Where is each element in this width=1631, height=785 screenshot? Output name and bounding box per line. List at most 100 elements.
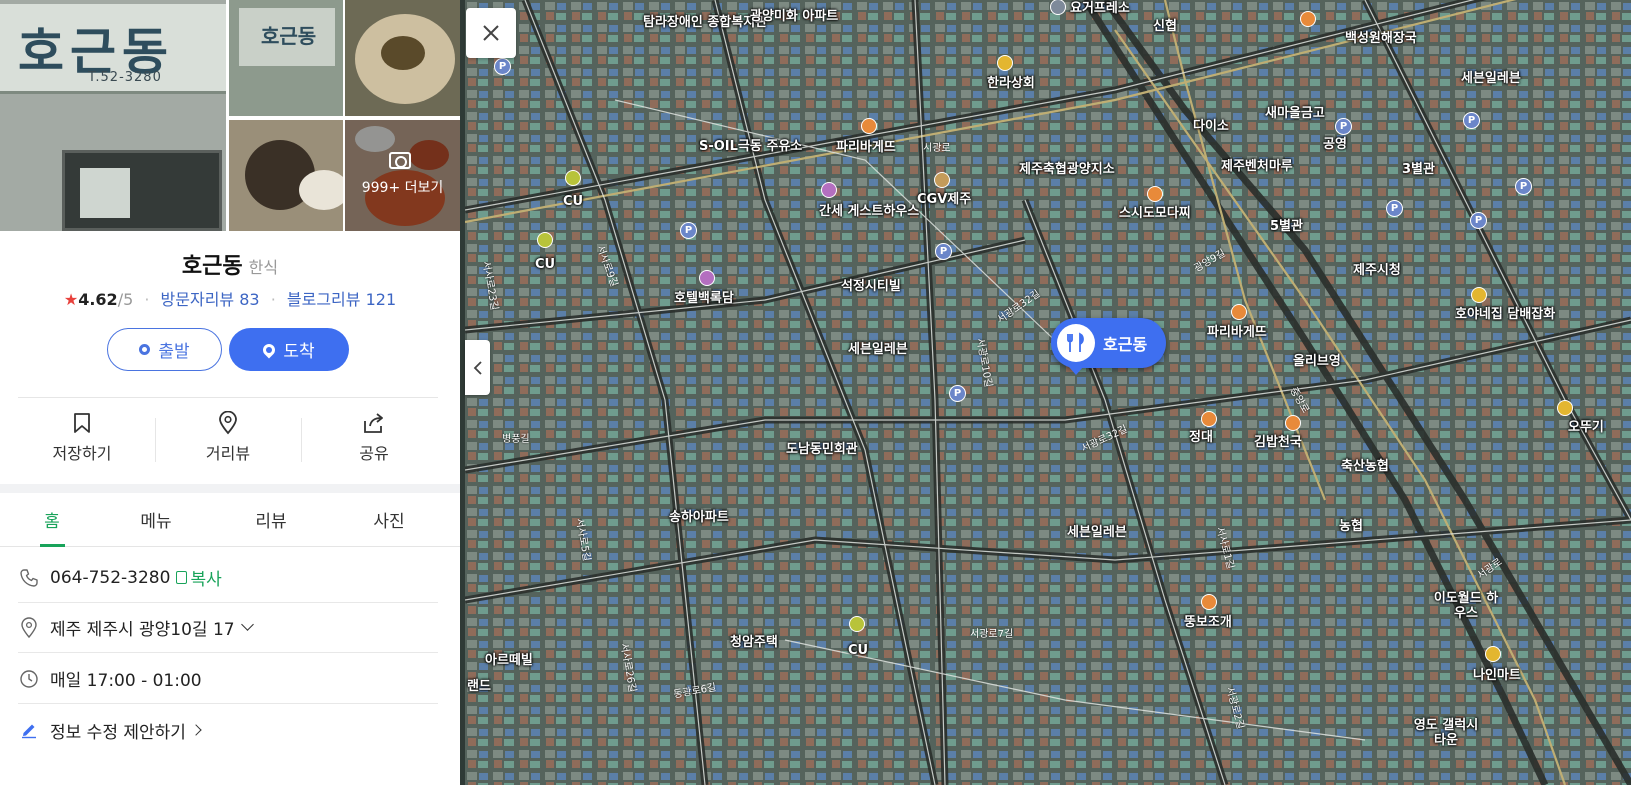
map-label[interactable]: 이도월드 하우스 [1431, 591, 1501, 622]
arrive-button[interactable]: 도착 [229, 328, 349, 371]
save-button[interactable]: 저장하기 [9, 410, 155, 464]
map-label[interactable]: 오뚜기 [1568, 420, 1604, 436]
map-poi[interactable] [537, 232, 553, 248]
street-view-button[interactable]: 거리뷰 [155, 410, 301, 464]
map-label[interactable]: 농협 [1339, 519, 1363, 535]
map-label[interactable]: 백성원해장국 [1345, 31, 1417, 47]
map-label[interactable]: 세븐일레븐 [1067, 525, 1127, 541]
map-label[interactable]: 공영 [1323, 137, 1347, 153]
map-poi[interactable] [1485, 646, 1501, 662]
map-poi[interactable] [934, 172, 950, 188]
map-label[interactable]: 정대 [1189, 430, 1213, 446]
map-label[interactable]: 호야네집 담배잡화 [1455, 307, 1555, 323]
map-label[interactable]: 간세 게스트하우스 [819, 204, 919, 220]
map-label[interactable]: 5별관 [1270, 219, 1303, 235]
map-label[interactable]: 축산농협 [1341, 459, 1389, 475]
address-row[interactable]: 제주 제주시 광양10길 17 [18, 603, 438, 653]
start-button[interactable]: 출발 [107, 328, 222, 371]
convenience-store-icon [565, 170, 581, 186]
map-label[interactable]: 새마을금고 [1265, 106, 1325, 122]
map-label[interactable]: 송하아파트 [669, 510, 729, 526]
map-label[interactable]: 세븐일레븐 [1461, 71, 1521, 87]
map-label[interactable]: 석정시티빌 [841, 279, 901, 295]
map-label[interactable]: 나인마트 [1473, 668, 1521, 684]
map-label[interactable]: 스시도모다찌 [1119, 206, 1191, 222]
photo-sign[interactable]: 호근동 [229, 0, 343, 116]
map-label[interactable]: 아르떼빌 [485, 653, 533, 669]
map-poi[interactable] [861, 118, 877, 134]
map-label[interactable]: 제주축협광양지소 [1019, 162, 1115, 178]
map-poi[interactable] [699, 270, 715, 286]
map-poi[interactable] [821, 182, 837, 198]
map-label[interactable]: 제주시청 [1353, 263, 1401, 279]
close-button[interactable] [466, 8, 516, 58]
map-label[interactable]: 도남동민회관 [786, 442, 858, 458]
phone-number[interactable]: 064-752-3280 [50, 568, 170, 588]
map-label[interactable]: 호텔백록담 [674, 291, 734, 307]
bakery-icon [1231, 304, 1247, 320]
parking-icon[interactable]: P [1470, 212, 1487, 229]
map-poi[interactable] [1201, 411, 1217, 427]
tab-reviews[interactable]: 리뷰 [241, 507, 301, 532]
map-label[interactable]: 세븐일레븐 [848, 342, 908, 358]
map-label[interactable]: 뚱보조개 [1184, 615, 1232, 631]
photo-soup[interactable] [345, 0, 460, 116]
more-photos-overlay[interactable] [345, 120, 460, 231]
map-label[interactable]: 올리브영 [1293, 354, 1341, 370]
suggest-edit-row[interactable]: 정보 수정 제안하기 [18, 705, 438, 755]
map-label[interactable]: 한라상회 [987, 76, 1035, 92]
tab-photos[interactable]: 사진 [359, 507, 419, 532]
share-button[interactable]: 공유 [301, 410, 447, 464]
map-label[interactable]: 탐라장애인 종합복지관 [643, 15, 767, 31]
map-label[interactable]: S-OIL극동 주유소 [699, 139, 802, 155]
visitor-reviews-link[interactable]: 방문자리뷰 83 [161, 290, 260, 309]
map-label[interactable]: 김밥천국 [1254, 435, 1302, 451]
map-label[interactable]: 신협 [1153, 19, 1177, 35]
map-label[interactable]: CGV제주 [917, 192, 971, 208]
place-marker[interactable]: 호근동 [1051, 318, 1166, 375]
copy-phone-button[interactable]: 복사 [176, 565, 222, 590]
parking-icon[interactable]: P [1463, 112, 1480, 129]
map-poi[interactable] [1471, 287, 1487, 303]
map-label[interactable]: 다이소 [1193, 119, 1229, 135]
map-poi[interactable] [1231, 304, 1247, 320]
map-label[interactable]: 제주벤처마루 [1221, 159, 1293, 175]
parking-icon[interactable]: P [494, 58, 511, 75]
parking-icon[interactable]: P [1335, 118, 1352, 135]
map-label[interactable]: CU [848, 643, 868, 659]
map-poi[interactable]: 요거프레소 [1050, 0, 1130, 16]
collapse-panel-button[interactable] [465, 340, 490, 395]
map-poi[interactable] [997, 55, 1013, 71]
parking-icon[interactable]: P [680, 222, 697, 239]
map-poi[interactable] [1300, 11, 1316, 27]
map-label[interactable]: CU [535, 257, 555, 273]
map-poi[interactable] [1557, 400, 1573, 416]
map-label[interactable]: 파리바게뜨 [1207, 325, 1267, 341]
map-label[interactable]: 광양미화 아파트 [750, 9, 838, 25]
map-label[interactable]: 랜드 [467, 679, 491, 695]
photo-storefront[interactable]: 호근동 T.52-3280 [0, 0, 226, 231]
satellite-map[interactable]: 탐라장애인 종합복지관 광양미화 아파트 요거프레소 신협 백성원해장국 세븐일… [465, 0, 1631, 785]
map-label[interactable]: 파리바게뜨 [836, 140, 896, 156]
photo-dish[interactable] [229, 120, 343, 231]
parking-icon[interactable]: P [935, 243, 952, 260]
tab-menu[interactable]: 메뉴 [126, 507, 186, 532]
tab-home[interactable]: 홈 [22, 507, 82, 532]
map-poi[interactable] [565, 170, 581, 186]
map-label[interactable]: 영도 갤럭시타운 [1411, 718, 1481, 749]
map-label[interactable]: 3별관 [1402, 162, 1435, 178]
section-divider [0, 484, 460, 493]
map-poi[interactable] [1147, 186, 1163, 202]
parking-icon[interactable]: P [949, 385, 966, 402]
address-text: 제주 제주시 광양10길 17 [50, 620, 235, 640]
map-poi[interactable] [1285, 415, 1301, 431]
parking-icon[interactable]: P [1515, 178, 1532, 195]
blog-reviews-link[interactable]: 블로그리뷰 121 [287, 290, 396, 309]
map-label[interactable]: 청암주택 [730, 635, 778, 651]
more-photos-label[interactable]: 999+ 더보기 [345, 177, 460, 197]
map-label[interactable]: CU [563, 194, 583, 210]
map-poi[interactable] [1201, 594, 1217, 610]
map-poi[interactable] [849, 616, 865, 632]
chevron-down-icon[interactable] [240, 618, 254, 631]
parking-icon[interactable]: P [1386, 200, 1403, 217]
